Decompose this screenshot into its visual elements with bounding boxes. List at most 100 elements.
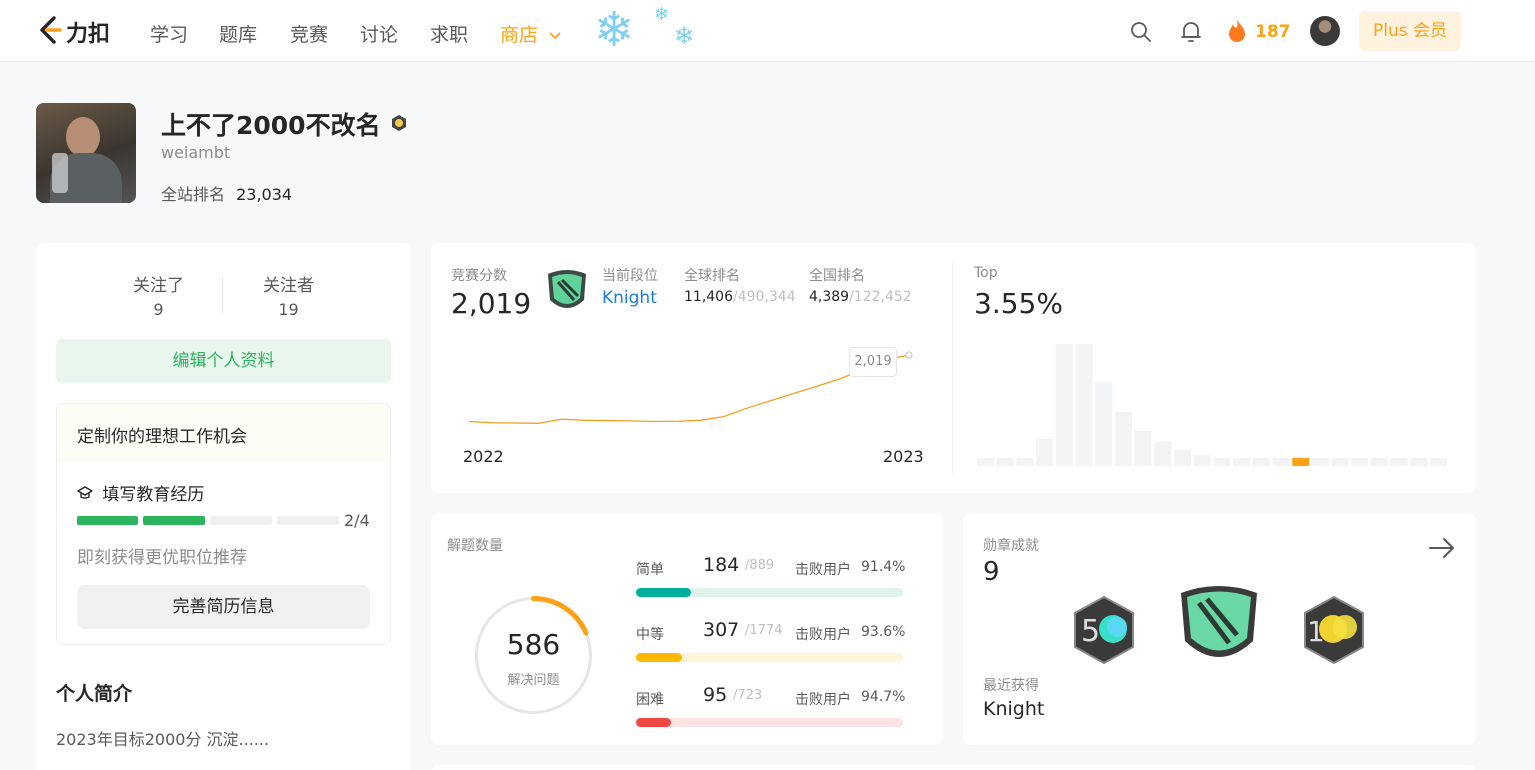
- difficulty-total: /723: [733, 688, 763, 703]
- distribution-bar: [1371, 457, 1388, 466]
- graduation-cap-icon: [77, 486, 93, 499]
- distribution-bar: [1055, 344, 1073, 466]
- divider: [222, 277, 223, 313]
- distribution-bar: [1213, 457, 1231, 466]
- top-value: 3.55%: [974, 287, 1063, 320]
- tier-value[interactable]: Knight: [602, 288, 657, 308]
- distribution-bar: [1174, 449, 1191, 466]
- difficulty-count: 95: [703, 684, 728, 706]
- top-nav: 力扣 学习 题库 竞赛 讨论 求职 商店 ❄ ❄ ❄ 187 Plus 会员: [0, 0, 1535, 62]
- progress-segment: [277, 516, 339, 525]
- distribution-bar: [1193, 455, 1211, 466]
- avatar-small[interactable]: [1310, 16, 1340, 46]
- distribution-bar: [1036, 438, 1054, 466]
- rating-tooltip: 2,019: [849, 347, 897, 377]
- recent-badge-label: 最近获得: [983, 678, 1039, 694]
- chevron-down-icon: [549, 32, 561, 40]
- job-card-title: 定制你的理想工作机会: [77, 427, 247, 447]
- distribution-bar: [1311, 457, 1329, 466]
- badges-title: 勋章成就: [983, 538, 1039, 554]
- arrow-right-icon[interactable]: [1428, 537, 1456, 559]
- national-rank: 4,389/122,452: [809, 289, 912, 305]
- global-rank-label: 全球排名: [684, 268, 740, 284]
- profile-name-row: 上不了2000不改名: [161, 106, 408, 140]
- difficulty-label: 困难: [636, 692, 664, 708]
- fire-icon: [1229, 20, 1245, 42]
- recent-badge-value: Knight: [983, 698, 1045, 720]
- progress-segment: [143, 516, 205, 525]
- followers-stat[interactable]: 关注者 19: [226, 271, 351, 319]
- distribution-bar: [1410, 457, 1428, 466]
- job-card: 定制你的理想工作机会 填写教育经历 2/4 即刻获得更优职位推荐 完善简历信息: [56, 403, 391, 645]
- beat-percent: 94.7%: [861, 689, 906, 705]
- beat-label: 击败用户: [795, 692, 851, 708]
- distribution-bar: [977, 457, 994, 466]
- leetcode-logo-icon: [40, 16, 62, 44]
- snowflake-icon: ❄: [654, 4, 670, 25]
- distribution-bar: [1272, 457, 1290, 466]
- distribution-bar: [1233, 457, 1251, 466]
- distribution-bar: [1095, 381, 1113, 466]
- profile-username: weiambt: [161, 143, 231, 162]
- edu-task[interactable]: 填写教育经历: [77, 480, 204, 505]
- distribution-bar: [1016, 457, 1034, 466]
- difficulty-label: 中等: [636, 627, 664, 643]
- solved-total-label: 解决问题: [507, 673, 560, 688]
- nav-discuss[interactable]: 讨论: [360, 20, 398, 47]
- solved-title: 解题数量: [447, 538, 503, 554]
- x-label-start: 2022: [463, 447, 504, 466]
- rank-distribution-chart[interactable]: [977, 338, 1457, 468]
- rating-current-point[interactable]: [905, 351, 913, 359]
- solved-total: 586: [506, 628, 561, 661]
- bio-title: 个人简介: [56, 683, 133, 705]
- edit-profile-button[interactable]: 编辑个人资料: [56, 339, 391, 383]
- badges-card: 勋章成就 9 5 1 最近获得 Knight: [963, 513, 1476, 745]
- nav-learn[interactable]: 学习: [150, 20, 188, 47]
- svg-text:5: 5: [1081, 614, 1100, 649]
- site-rank-value: 23,034: [236, 185, 293, 204]
- brand-name: 力扣: [66, 22, 111, 47]
- distribution-bar: [1430, 457, 1448, 466]
- nav-store[interactable]: 商店: [500, 20, 562, 47]
- logo[interactable]: 力扣: [36, 14, 126, 48]
- difficulty-total: /889: [745, 558, 775, 573]
- bell-icon[interactable]: [1180, 20, 1202, 44]
- contest-card: 竞赛分数 2,019 当前段位 Knight 全球排名 11,406/490,3…: [431, 243, 1476, 493]
- beat-label: 击败用户: [795, 562, 851, 578]
- nav-jobs[interactable]: 求职: [430, 20, 468, 47]
- distribution-bar: [1351, 457, 1369, 466]
- difficulty-progress-fill: [636, 653, 683, 662]
- site-rank: 全站排名 23,034: [161, 181, 292, 205]
- plus-member-button[interactable]: Plus 会员: [1359, 11, 1461, 51]
- search-icon[interactable]: [1130, 21, 1152, 43]
- difficulty-count: 184: [703, 554, 740, 576]
- distribution-bar: [1292, 457, 1310, 466]
- national-rank-label: 全国排名: [809, 268, 865, 284]
- complete-resume-button[interactable]: 完善简历信息: [77, 585, 370, 629]
- nav-problems[interactable]: 题库: [219, 20, 257, 47]
- difficulty-label: 简单: [636, 562, 664, 578]
- badge-mini-icon: [391, 115, 406, 131]
- difficulty-progress-fill: [636, 588, 692, 597]
- snowflake-icon: ❄: [674, 22, 695, 50]
- profile-progress: [77, 516, 339, 525]
- followers-label: 关注者: [263, 276, 314, 296]
- knight-badge-icon: [548, 270, 586, 308]
- beat-percent: 93.6%: [861, 624, 906, 640]
- site-rank-label: 全站排名: [161, 185, 226, 204]
- rating-series-line: [468, 354, 910, 424]
- nav-contest[interactable]: 竞赛: [290, 20, 328, 47]
- following-count: 9: [153, 300, 164, 319]
- store-label: 商店: [500, 24, 539, 46]
- difficulty-progress-bar: [636, 718, 903, 727]
- top-label: Top: [974, 265, 998, 281]
- 100-days-badge-icon[interactable]: 1: [1301, 595, 1367, 665]
- job-hint: 即刻获得更优职位推荐: [77, 548, 247, 568]
- knight-badge-large-icon[interactable]: [1177, 583, 1261, 673]
- difficulty-progress-bar: [636, 653, 903, 662]
- following-stat[interactable]: 关注了 9: [96, 271, 221, 319]
- 50-days-badge-icon[interactable]: 5: [1071, 595, 1137, 665]
- x-label-end: 2023: [883, 447, 924, 466]
- national-rank-value: 4,389: [809, 289, 850, 305]
- difficulty-progress-fill: [636, 718, 671, 727]
